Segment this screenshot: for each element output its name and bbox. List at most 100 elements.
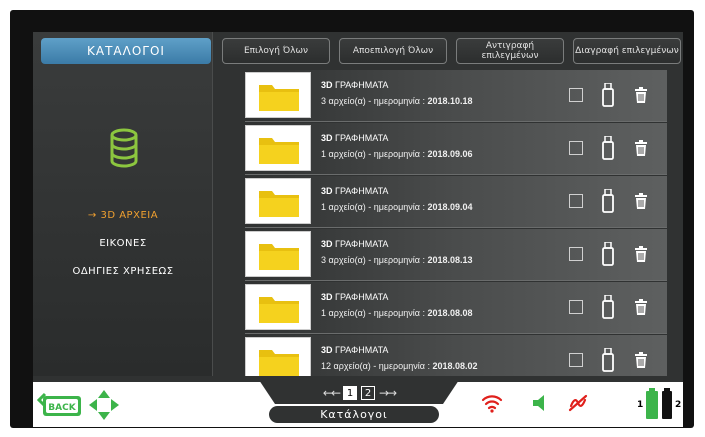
file-title-prefix: 3D bbox=[321, 345, 333, 355]
file-row[interactable]: 3D ΓΡΑΦΗΜΑΤΑ 3 αρχείο(α) - ημερομηνία : … bbox=[245, 229, 667, 281]
battery-2-icon bbox=[662, 388, 672, 419]
usb-icon[interactable] bbox=[602, 189, 614, 213]
file-title-name: ΓΡΑΦΗΜΑΤΑ bbox=[332, 239, 389, 249]
file-row[interactable]: 3D ΓΡΑΦΗΜΑΤΑ 1 αρχείο(α) - ημερομηνία : … bbox=[245, 282, 667, 334]
file-title-prefix: 3D bbox=[321, 239, 333, 249]
file-date: 2018.08.13 bbox=[427, 255, 473, 265]
file-details: 1 αρχείο(α) - ημερομηνία : 2018.08.08 bbox=[321, 308, 473, 318]
wifi-icon bbox=[481, 395, 503, 413]
move-arrows-icon[interactable] bbox=[89, 390, 119, 420]
delete-selected-button[interactable]: Διαγραφή επιλεγμένων bbox=[573, 38, 681, 64]
folder-thumbnail[interactable] bbox=[245, 125, 311, 171]
folder-icon bbox=[259, 244, 299, 270]
trash-icon[interactable] bbox=[635, 140, 647, 156]
battery-status: 1 2 bbox=[637, 388, 681, 420]
folder-icon bbox=[259, 85, 299, 111]
file-title: 3D ΓΡΑΦΗΜΑΤΑ bbox=[321, 345, 388, 355]
trash-icon[interactable] bbox=[635, 87, 647, 103]
sidebar-item-3d-files[interactable]: → 3D ΑΡΧΕΙΑ bbox=[33, 210, 213, 221]
file-title-name: ΓΡΑΦΗΜΑΤΑ bbox=[332, 186, 389, 196]
trash-icon[interactable] bbox=[635, 299, 647, 315]
select-all-button[interactable]: Επιλογή Όλων bbox=[222, 38, 330, 64]
usb-icon[interactable] bbox=[602, 348, 614, 372]
trash-icon[interactable] bbox=[635, 246, 647, 262]
file-title: 3D ΓΡΑΦΗΜΑΤΑ bbox=[321, 186, 388, 196]
file-details: 3 αρχείο(α) - ημερομηνία : 2018.08.13 bbox=[321, 255, 473, 265]
battery-1-icon bbox=[646, 388, 658, 419]
speaker-icon[interactable] bbox=[531, 394, 547, 412]
file-details: 12 αρχείο(α) - ημερομηνία : 2018.08.02 bbox=[321, 361, 478, 371]
screen-title: Κατάλογοι bbox=[269, 406, 439, 423]
file-date: 2018.10.18 bbox=[427, 96, 473, 106]
file-title: 3D ΓΡΑΦΗΜΑΤΑ bbox=[321, 133, 388, 143]
file-row[interactable]: 3D ΓΡΑΦΗΜΑΤΑ 1 αρχείο(α) - ημερομηνία : … bbox=[245, 176, 667, 228]
file-title-name: ΓΡΑΦΗΜΑΤΑ bbox=[332, 133, 389, 143]
page-number-2[interactable]: 2 bbox=[361, 386, 375, 400]
database-icon bbox=[110, 128, 138, 168]
file-title-name: ΓΡΑΦΗΜΑΤΑ bbox=[332, 292, 389, 302]
file-list: 3D ΓΡΑΦΗΜΑΤΑ 3 αρχείο(α) - ημερομηνία : … bbox=[245, 70, 667, 376]
catalogs-tab[interactable]: ΚΑΤΑΛΟΓΟΙ bbox=[41, 38, 211, 64]
folder-thumbnail[interactable] bbox=[245, 284, 311, 330]
usb-icon[interactable] bbox=[602, 295, 614, 319]
usb-icon[interactable] bbox=[602, 242, 614, 266]
file-date: 2018.09.06 bbox=[427, 149, 473, 159]
file-title-prefix: 3D bbox=[321, 80, 333, 90]
pager-prev[interactable]: ←← bbox=[323, 386, 341, 400]
folder-icon bbox=[259, 297, 299, 323]
folder-icon bbox=[259, 191, 299, 217]
file-title-prefix: 3D bbox=[321, 292, 333, 302]
folder-thumbnail[interactable] bbox=[245, 72, 311, 118]
file-row[interactable]: 3D ΓΡΑΦΗΜΑΤΑ 12 αρχείο(α) - ημερομηνία :… bbox=[245, 335, 667, 376]
file-title-name: ΓΡΑΦΗΜΑΤΑ bbox=[332, 345, 389, 355]
file-title: 3D ΓΡΑΦΗΜΑΤΑ bbox=[321, 80, 388, 90]
folder-thumbnail[interactable] bbox=[245, 178, 311, 224]
select-checkbox[interactable] bbox=[569, 247, 583, 261]
file-date: 2018.09.04 bbox=[427, 202, 473, 212]
battery-1-label: 1 bbox=[637, 400, 644, 410]
file-count: 12 bbox=[321, 361, 332, 371]
bottom-bar: BACK ←← 1 2 →→ Κατάλογοι 1 2 bbox=[33, 380, 683, 427]
screen: ΚΑΤΑΛΟΓΟΙ → 3D ΑΡΧΕΙΑ ΕΙΚΟΝΕΣ ΟΔΗΓΙΕΣ ΧΡ… bbox=[33, 32, 683, 427]
sidebar-item-user-manual[interactable]: ΟΔΗΓΙΕΣ ΧΡΗΣΕΩΣ bbox=[33, 266, 213, 277]
select-checkbox[interactable] bbox=[569, 300, 583, 314]
file-title-prefix: 3D bbox=[321, 133, 333, 143]
signal-icon bbox=[568, 394, 588, 412]
device-frame: ΚΑΤΑΛΟΓΟΙ → 3D ΑΡΧΕΙΑ ΕΙΚΟΝΕΣ ΟΔΗΓΙΕΣ ΧΡ… bbox=[10, 10, 694, 428]
select-checkbox[interactable] bbox=[569, 353, 583, 367]
page-number-1[interactable]: 1 bbox=[343, 386, 357, 400]
trash-icon[interactable] bbox=[635, 352, 647, 368]
folder-thumbnail[interactable] bbox=[245, 231, 311, 277]
file-count-text: αρχείο(α) - ημερομηνία : bbox=[326, 202, 428, 212]
folder-icon bbox=[259, 138, 299, 164]
file-details: 1 αρχείο(α) - ημερομηνία : 2018.09.04 bbox=[321, 202, 473, 212]
sidebar-item-images[interactable]: ΕΙΚΟΝΕΣ bbox=[33, 238, 213, 249]
folder-icon bbox=[259, 350, 299, 376]
back-icon[interactable]: BACK bbox=[37, 390, 83, 418]
file-count-text: αρχείο(α) - ημερομηνία : bbox=[326, 96, 428, 106]
file-row[interactable]: 3D ΓΡΑΦΗΜΑΤΑ 3 αρχείο(α) - ημερομηνία : … bbox=[245, 70, 667, 122]
sidebar: ΚΑΤΑΛΟΓΟΙ → 3D ΑΡΧΕΙΑ ΕΙΚΟΝΕΣ ΟΔΗΓΙΕΣ ΧΡ… bbox=[33, 32, 213, 376]
file-count-text: αρχείο(α) - ημερομηνία : bbox=[326, 255, 428, 265]
file-title: 3D ΓΡΑΦΗΜΑΤΑ bbox=[321, 239, 388, 249]
file-row[interactable]: 3D ΓΡΑΦΗΜΑΤΑ 1 αρχείο(α) - ημερομηνία : … bbox=[245, 123, 667, 175]
file-title: 3D ΓΡΑΦΗΜΑΤΑ bbox=[321, 292, 388, 302]
select-checkbox[interactable] bbox=[569, 194, 583, 208]
select-checkbox[interactable] bbox=[569, 141, 583, 155]
file-title-prefix: 3D bbox=[321, 186, 333, 196]
file-count-text: αρχείο(α) - ημερομηνία : bbox=[331, 361, 433, 371]
pager-next[interactable]: →→ bbox=[379, 386, 397, 400]
usb-icon[interactable] bbox=[602, 136, 614, 160]
file-date: 2018.08.02 bbox=[432, 361, 478, 371]
select-checkbox[interactable] bbox=[569, 88, 583, 102]
file-count-text: αρχείο(α) - ημερομηνία : bbox=[326, 149, 428, 159]
copy-selected-button[interactable]: Αντιγραφή επιλεγμένων bbox=[456, 38, 564, 64]
back-label: BACK bbox=[48, 403, 76, 413]
file-count-text: αρχείο(α) - ημερομηνία : bbox=[326, 308, 428, 318]
pager: ←← 1 2 →→ bbox=[269, 380, 449, 406]
folder-thumbnail[interactable] bbox=[245, 337, 311, 376]
battery-2-label: 2 bbox=[675, 400, 682, 410]
trash-icon[interactable] bbox=[635, 193, 647, 209]
deselect-all-button[interactable]: Αποεπιλογή Όλων bbox=[339, 38, 447, 64]
usb-icon[interactable] bbox=[602, 83, 614, 107]
